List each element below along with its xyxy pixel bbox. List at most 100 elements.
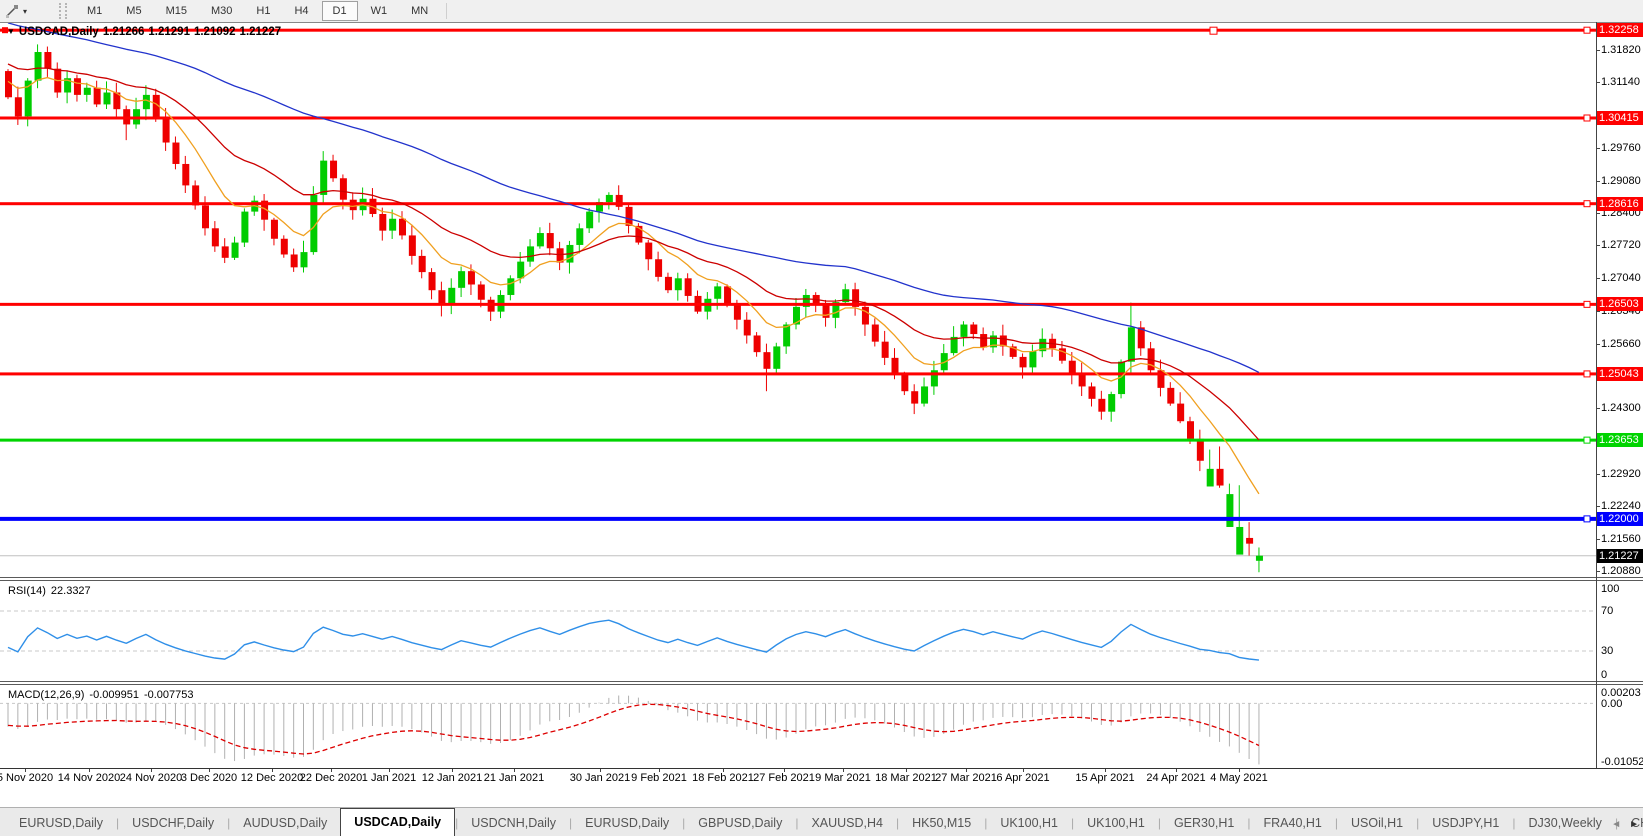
candle xyxy=(763,344,770,392)
crosshair-cursor-icon xyxy=(4,3,20,19)
candle xyxy=(448,278,455,314)
chart-tab-fra40-h1[interactable]: FRA40,H1 xyxy=(1251,810,1335,836)
chart-tabs: EURUSD,Daily|USDCHF,Daily|AUDUSD,DailyUS… xyxy=(6,808,1643,836)
chart-tab-audusd-daily[interactable]: AUDUSD,Daily xyxy=(230,810,340,836)
candle xyxy=(1177,392,1184,423)
timeframe-button-d1[interactable]: D1 xyxy=(322,1,358,21)
candle xyxy=(488,297,495,321)
chart-tab-gbpusd-daily[interactable]: GBPUSD,Daily xyxy=(685,810,795,836)
macd-splitter-bottom[interactable] xyxy=(0,684,1643,685)
chart-tab-usdcnh-daily[interactable]: USDCNH,Daily xyxy=(458,810,569,836)
candle-body xyxy=(763,352,770,369)
candle-body xyxy=(547,233,554,248)
chart-tab-uk100-h1[interactable]: UK100,H1 xyxy=(1074,810,1158,836)
candle-body xyxy=(626,207,633,226)
candle-body xyxy=(1177,404,1184,422)
chart-title: ▼USDCAD,Daily1.212661.212911.210921.2122… xyxy=(7,26,285,38)
chart-tab-uk100-h1[interactable]: UK100,H1 xyxy=(987,810,1071,836)
candle xyxy=(1010,344,1017,359)
chart-tab-ger30-h1[interactable]: GER30,H1 xyxy=(1161,810,1247,836)
candle xyxy=(182,156,189,193)
chart-expand-icon[interactable]: ▼ xyxy=(7,27,15,36)
candle-body xyxy=(301,252,308,267)
chart-tab-usoil-h1[interactable]: USOil,H1 xyxy=(1338,810,1416,836)
ohlc-open: 1.21266 xyxy=(103,26,145,38)
tool-dropdown-arrow-icon[interactable]: ▾ xyxy=(23,7,27,16)
candle-body xyxy=(448,288,455,305)
macd-splitter-top[interactable] xyxy=(0,681,1643,682)
candle-body xyxy=(15,97,22,116)
tab-scroll-left-icon[interactable]: ◄ xyxy=(1611,819,1621,830)
time-axis-date: 4 May 2021 xyxy=(1210,772,1267,784)
candle-body xyxy=(429,272,436,290)
rsi-name: RSI(14) xyxy=(8,585,46,597)
candle xyxy=(655,252,662,282)
candle-body xyxy=(527,246,534,261)
candle xyxy=(94,81,101,107)
candle xyxy=(990,331,997,353)
candle xyxy=(1148,342,1155,373)
price-level-badge: 1.28616 xyxy=(1597,197,1643,211)
rsi-scale-label: 0 xyxy=(1601,669,1607,681)
candle xyxy=(291,249,298,272)
candle xyxy=(222,238,229,263)
rsi-scale-label: 30 xyxy=(1601,645,1613,657)
candle xyxy=(951,326,958,355)
candle xyxy=(685,273,692,301)
chart-tab-eurusd-daily[interactable]: EURUSD,Daily xyxy=(6,810,116,836)
tab-scroll-right-icon[interactable]: ► xyxy=(1629,819,1639,830)
candle-body xyxy=(1079,374,1086,387)
time-axis-date: 6 Apr 2021 xyxy=(996,772,1049,784)
candle xyxy=(960,321,967,346)
rsi-splitter-top[interactable] xyxy=(0,577,1643,578)
rsi-splitter-bottom[interactable] xyxy=(0,580,1643,581)
rsi-label: RSI(14)22.3327 xyxy=(8,585,96,597)
candle xyxy=(202,196,209,235)
candle-body xyxy=(222,246,229,257)
cursor-tool-button[interactable]: ▾ xyxy=(0,1,31,21)
chart-tab-xauusd-h4[interactable]: XAUUSD,H4 xyxy=(798,810,896,836)
macd-panel[interactable] xyxy=(0,685,1596,768)
timeframe-button-m30[interactable]: M30 xyxy=(200,1,243,21)
chart-tab-usdjpy-h1[interactable]: USDJPY,H1 xyxy=(1419,810,1512,836)
chart-top-border xyxy=(0,22,1643,23)
candle xyxy=(271,218,278,246)
timeframe-button-m1[interactable]: M1 xyxy=(76,1,113,21)
candle-body xyxy=(320,161,327,195)
candle xyxy=(872,318,879,346)
time-axis-date: 22 Dec 2020 xyxy=(300,772,362,784)
candle xyxy=(419,250,426,279)
candle-body xyxy=(823,305,830,318)
candle-body xyxy=(104,93,111,105)
chart-tab-hk50-m15[interactable]: HK50,M15 xyxy=(899,810,984,836)
timeframe-button-h1[interactable]: H1 xyxy=(245,1,281,21)
timeframe-button-m15[interactable]: M15 xyxy=(155,1,198,21)
toolbar-grip[interactable] xyxy=(59,3,67,19)
chart-tab-usdcad-daily[interactable]: USDCAD,Daily xyxy=(340,808,455,836)
candle-body xyxy=(172,143,179,164)
rsi-panel[interactable] xyxy=(0,581,1596,681)
candle xyxy=(1138,321,1145,356)
chart-tab-usdchf-daily[interactable]: USDCHF,Daily xyxy=(119,810,227,836)
chart-tab-dj30-weekly[interactable]: DJ30,Weekly xyxy=(1516,810,1615,836)
timeframe-button-w1[interactable]: W1 xyxy=(360,1,399,21)
macd-main-value: -0.009951 xyxy=(89,689,139,701)
candle-body xyxy=(438,290,445,304)
rsi-scale-label: 70 xyxy=(1601,605,1613,617)
line-end-handle xyxy=(1584,27,1590,33)
timeframe-button-mn[interactable]: MN xyxy=(400,1,439,21)
timeframe-button-m5[interactable]: M5 xyxy=(115,1,152,21)
horizontal-level-line xyxy=(0,439,1596,442)
price-chart[interactable] xyxy=(0,22,1596,577)
candle xyxy=(813,292,820,312)
timeframe-button-h4[interactable]: H4 xyxy=(283,1,319,21)
candle xyxy=(133,98,140,129)
candle xyxy=(773,343,780,375)
chart-tab-eurusd-daily[interactable]: EURUSD,Daily xyxy=(572,810,682,836)
candle-body xyxy=(606,195,613,202)
candle xyxy=(852,283,859,316)
price-level-badge: 1.30415 xyxy=(1597,111,1643,125)
candle xyxy=(862,302,869,336)
candle-body xyxy=(271,220,278,239)
time-axis-date: 3 Dec 2020 xyxy=(181,772,237,784)
